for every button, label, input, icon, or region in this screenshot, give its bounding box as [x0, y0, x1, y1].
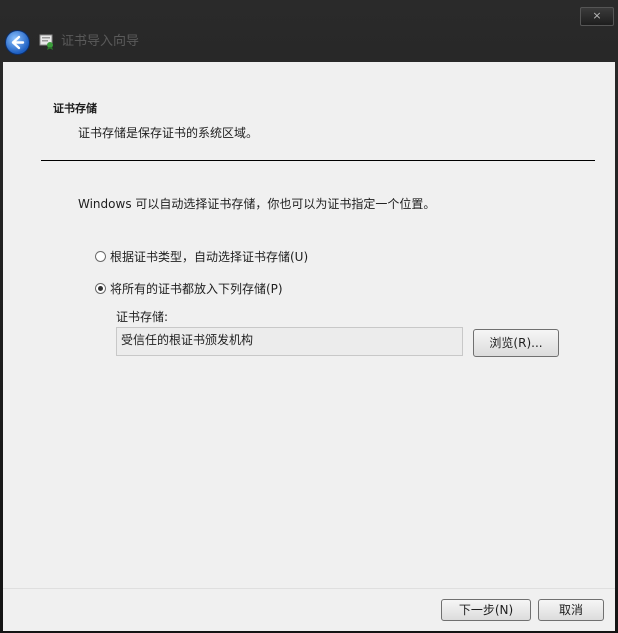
page-description: 证书存储是保存证书的系统区域。: [78, 126, 259, 140]
radio-button[interactable]: [95, 251, 106, 262]
back-button[interactable]: [5, 30, 30, 55]
certificate-wizard-icon: [39, 34, 53, 50]
browse-button[interactable]: 浏览(R)...: [473, 329, 559, 357]
certificate-store-field: 受信任的根证书颁发机构: [116, 327, 463, 356]
page-heading: 证书存储: [53, 102, 97, 115]
radio-button-selected[interactable]: [95, 283, 106, 294]
header-separator: [41, 160, 595, 161]
window-title: 证书导入向导: [61, 34, 140, 49]
certificate-store-label: 证书存储:: [116, 310, 169, 324]
wizard-window: × 证书导入向导 证书存储 证书存储是保存证书的系统区域。 Windows 可以…: [0, 0, 618, 633]
auto-select-store-label: 根据证书类型，自动选择证书存储(U): [110, 250, 309, 264]
arrow-left-icon: [11, 35, 25, 50]
close-button[interactable]: ×: [580, 7, 614, 26]
title-bar: × 证书导入向导: [0, 0, 618, 62]
wizard-footer: 下一步(N) 取消: [3, 588, 615, 631]
auto-select-store-option[interactable]: 根据证书类型，自动选择证书存储(U): [95, 248, 308, 265]
place-in-store-label: 将所有的证书都放入下列存储(P): [110, 282, 283, 296]
place-in-store-option[interactable]: 将所有的证书都放入下列存储(P): [95, 280, 283, 297]
wizard-page: 证书存储 证书存储是保存证书的系统区域。 Windows 可以自动选择证书存储，…: [3, 62, 615, 588]
cancel-button[interactable]: 取消: [538, 599, 604, 621]
intro-text: Windows 可以自动选择证书存储，你也可以为证书指定一个位置。: [78, 197, 436, 211]
next-button[interactable]: 下一步(N): [441, 599, 531, 621]
